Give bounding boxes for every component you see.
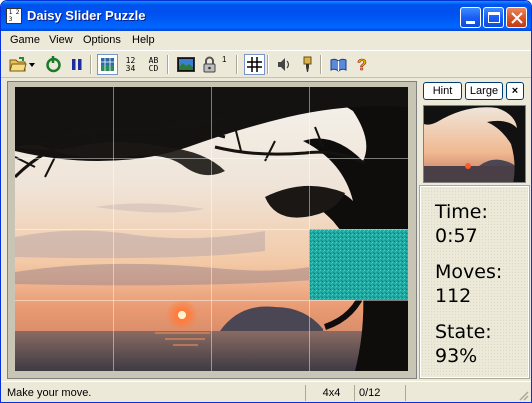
menu-view[interactable]: View	[49, 34, 73, 46]
toolbar-separator	[167, 55, 169, 74]
toolbar-separator	[267, 55, 269, 74]
moves-label: Moves:	[435, 261, 503, 283]
status-progress: 0/12	[354, 385, 404, 401]
tile-grid-line	[15, 158, 408, 159]
minimize-button[interactable]	[460, 7, 481, 28]
side-panel: Hint Large × Time: 0:57 Moves: 112 State…	[418, 79, 531, 381]
numbers-icon[interactable]: 12 34	[120, 54, 141, 75]
title-bar[interactable]: 123 Daisy Slider Puzzle	[1, 1, 531, 31]
resize-grip-icon[interactable]	[517, 389, 529, 401]
moves-value: 112	[435, 285, 472, 307]
lock-icon[interactable]	[199, 54, 220, 75]
pause-icon[interactable]	[66, 54, 87, 75]
menu-options[interactable]: Options	[83, 34, 121, 46]
tile-grid-line	[15, 229, 408, 230]
status-message: Make your move.	[7, 387, 92, 399]
grid-icon[interactable]	[244, 54, 265, 75]
toolbar-separator	[90, 55, 92, 74]
stats-panel: Time: 0:57 Moves: 112 State: 93%	[419, 185, 530, 379]
brush-icon[interactable]	[296, 54, 317, 75]
status-bar: Make your move. 4x4 0/12	[1, 381, 531, 402]
menu-bar: Game View Options Help	[1, 31, 531, 50]
open-folder-icon[interactable]	[7, 54, 28, 75]
toolbar-separator	[320, 55, 322, 74]
empty-tile	[309, 229, 408, 300]
toolbar: 12 34 AB CD 1 ?	[1, 50, 531, 78]
time-label: Time:	[435, 201, 488, 223]
window-title: Daisy Slider Puzzle	[27, 8, 146, 23]
status-empty-cell	[405, 385, 515, 401]
tile-grid-line	[15, 300, 408, 301]
show-picture-icon[interactable]	[97, 54, 118, 75]
app-icon: 123	[6, 8, 22, 24]
state-label: State:	[435, 321, 492, 343]
close-window-button[interactable]	[506, 7, 527, 28]
letters-icon[interactable]: AB CD	[143, 54, 164, 75]
preview-image	[423, 105, 526, 183]
puzzle-board[interactable]	[15, 87, 408, 371]
sound-icon[interactable]	[273, 54, 294, 75]
toolbar-separator	[236, 55, 238, 74]
lock-count: 1	[222, 55, 227, 64]
help-icon[interactable]: ?	[351, 54, 372, 75]
dropdown-arrow-icon[interactable]	[27, 54, 37, 75]
app-window: 123 Daisy Slider Puzzle Game View Option…	[0, 0, 532, 403]
state-value: 93%	[435, 345, 478, 367]
time-value: 0:57	[435, 225, 478, 247]
large-button[interactable]: Large	[465, 82, 503, 100]
restart-icon[interactable]	[43, 54, 64, 75]
image-icon[interactable]	[175, 54, 196, 75]
svg-text:?: ?	[357, 57, 367, 73]
status-grid-size: 4x4	[305, 385, 353, 401]
menu-help[interactable]: Help	[132, 34, 155, 46]
maximize-button[interactable]	[483, 7, 504, 28]
close-preview-button[interactable]: ×	[506, 82, 524, 100]
book-icon[interactable]	[328, 54, 349, 75]
menu-game[interactable]: Game	[10, 34, 40, 46]
hint-button[interactable]: Hint	[423, 82, 462, 100]
